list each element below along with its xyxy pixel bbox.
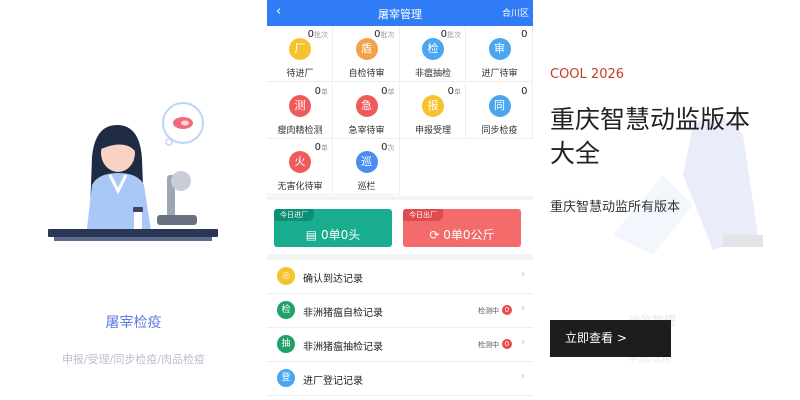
grid-item-label: 待进厂 [286, 69, 314, 79]
record-row[interactable]: ◎ 确认到达记录 › [267, 260, 533, 294]
grid-item-label: 无害化待审 [277, 182, 323, 192]
record-label: 非洲猪瘟抽检记录 [303, 342, 383, 353]
grid-item-count: 0 [521, 85, 528, 97]
record-badge: 0 [502, 339, 512, 349]
promo-subline: 重庆智慧动监所有版本 [550, 200, 681, 215]
grid-item[interactable]: 巡 0次巡栏 [333, 139, 400, 195]
grid-item-label: 急宰待审 [348, 125, 385, 136]
record-status: 检测中 [478, 307, 499, 315]
stat-value: ▤ 0单0头 [305, 228, 361, 242]
left-feature-panel: 屠宰检疫 申报/受理/同步检疫/肉品检疫 [0, 0, 267, 400]
grid-item-count: 0单 [381, 85, 395, 97]
grid-item-count: 0单 [314, 142, 328, 153]
chevron-right-icon: › [521, 337, 525, 348]
grid-item[interactable]: 厂 0批次待进厂 [267, 26, 333, 82]
stat-header: 今日出厂 [403, 209, 443, 221]
inspector-illustration [48, 102, 218, 241]
checklist-icon: 登 [277, 369, 295, 387]
exit-icon: ⟳ [429, 228, 440, 242]
grid-item-label: 自检待审 [348, 69, 385, 79]
grid-item-label: 瘦肉精检测 [277, 125, 323, 136]
grid-item[interactable]: 测 0单瘦肉精检测 [267, 82, 333, 139]
function-grid: 厂 0批次 待进厂盾 0批次 自检待审检 0批次 非瘟抽检审 0 进厂待审测 0单 瘦肉精检测急 0单… [267, 26, 533, 196]
today-in-card[interactable]: 今日进厂 ▤ 0单0头 [274, 209, 392, 247]
left-subtitle: 申报/受理/同步检疫/肉品检疫 [61, 353, 206, 366]
record-list: ◎ 确认到达记录 › 检非洲猪瘟自检记录 检测中 0 › 抽非洲猪瘟抽检记录 检测中 0 › 登进厂登… [267, 260, 533, 400]
list-icon: 巡 [355, 151, 378, 173]
grid-item-count: 0次 [381, 142, 395, 153]
promo-panel: 动监管理 申报/管理 COOL 2026 重庆智慧动监版本大全 重庆智慧动监所有… [533, 0, 800, 400]
record-label: 进厂登记记录 [303, 376, 363, 387]
grid-item-label: 同步检疫 [481, 125, 518, 136]
grid-item-count: 0批次 [374, 29, 395, 40]
stat-header: 今日进厂 [274, 209, 314, 221]
test-tube-icon: 测 [289, 94, 311, 117]
brand-label: COOL 2026 [550, 67, 625, 82]
record-badge: 0 [502, 305, 512, 315]
grid-item-count: 0 [521, 29, 528, 40]
shield-icon: 盾 [355, 38, 378, 60]
form-icon: 报 [422, 94, 444, 117]
document-icon: 审 [488, 38, 511, 60]
grid-item-count: 0单 [314, 85, 328, 97]
record-label: 确认到达记录 [303, 274, 363, 285]
today-stats: 今日进厂 ▤ 0单0头 今日出厂 ⟳ 0单0公斤 [267, 200, 533, 254]
grid-item[interactable]: 火 0单无害化待审 [267, 139, 333, 195]
clipboard-icon: 检 [422, 38, 444, 60]
record-row[interactable]: 抽非洲猪瘟抽检记录 检测中 0 › [267, 328, 533, 362]
factory-icon: 厂 [289, 38, 311, 60]
view-now-button[interactable]: 立即查看 > [550, 320, 671, 357]
record-row[interactable]: 登进厂登记记录 › [267, 362, 533, 396]
left-title: 屠宰检疫 [105, 315, 162, 331]
grid-item[interactable]: 同 0 同步检疫 [466, 82, 533, 139]
grid-item[interactable]: 盾 0批次自检待审 [333, 26, 400, 82]
grid-item[interactable]: 审 0 进厂待审 [466, 26, 533, 82]
chevron-right-icon: › [521, 303, 525, 314]
grid-item-label: 申报受理 [414, 125, 451, 136]
grid-item[interactable]: 报 0单申报受理 [400, 82, 466, 139]
knife-icon: 急 [355, 94, 378, 117]
flame-icon: 火 [289, 151, 311, 173]
lock-icon: 检 [277, 301, 295, 319]
app-title: 屠宰管理 [378, 8, 422, 21]
phone-screen: ‹ 屠宰管理 合川区 厂 0批次 待进厂盾 0批次 自检待审检 0批次 非瘟抽检审 0 进厂待审… [267, 0, 533, 400]
chevron-right-icon: › [521, 269, 525, 280]
grid-item[interactable]: 检 0批次非瘟抽检 [400, 26, 466, 82]
promo-headline: 重庆智慧动监版本大全 [550, 105, 751, 168]
region-selector[interactable]: 合川区 [502, 6, 529, 19]
app-navbar: ‹ 屠宰管理 合川区 [267, 0, 533, 26]
today-out-card[interactable]: 今日出厂 ⟳ 0单0公斤 [403, 209, 521, 247]
grid-item-label: 进厂待审 [481, 69, 518, 79]
screenshot-root: 屠宰检疫 申报/受理/同步检疫/肉品检疫 ‹ 屠宰管理 合川区 厂 0批次 待进厂盾… [0, 0, 800, 400]
grid-item-count: 0批次 [440, 29, 461, 40]
grid-item[interactable]: 急 0单急宰待审 [333, 82, 400, 139]
grid-item-label: 巡栏 [357, 182, 376, 192]
record-label: 非洲猪瘟自检记录 [303, 308, 383, 319]
record-status: 检测中 [478, 341, 499, 349]
sync-icon: 同 [488, 94, 511, 117]
location-icon: ◎ [277, 267, 295, 285]
grid-item-count: 0批次 [307, 29, 328, 40]
record-row[interactable]: 检非洲猪瘟自检记录 检测中 0 › [267, 294, 533, 328]
grid-item-count: 0单 [447, 85, 461, 97]
chevron-right-icon: › [521, 371, 525, 382]
clipboard-icon: 抽 [277, 335, 295, 353]
grid-item-label: 非瘟抽检 [414, 69, 451, 79]
stat-value: ⟳ 0单0公斤 [429, 228, 495, 242]
document-icon: ▤ [305, 228, 318, 242]
